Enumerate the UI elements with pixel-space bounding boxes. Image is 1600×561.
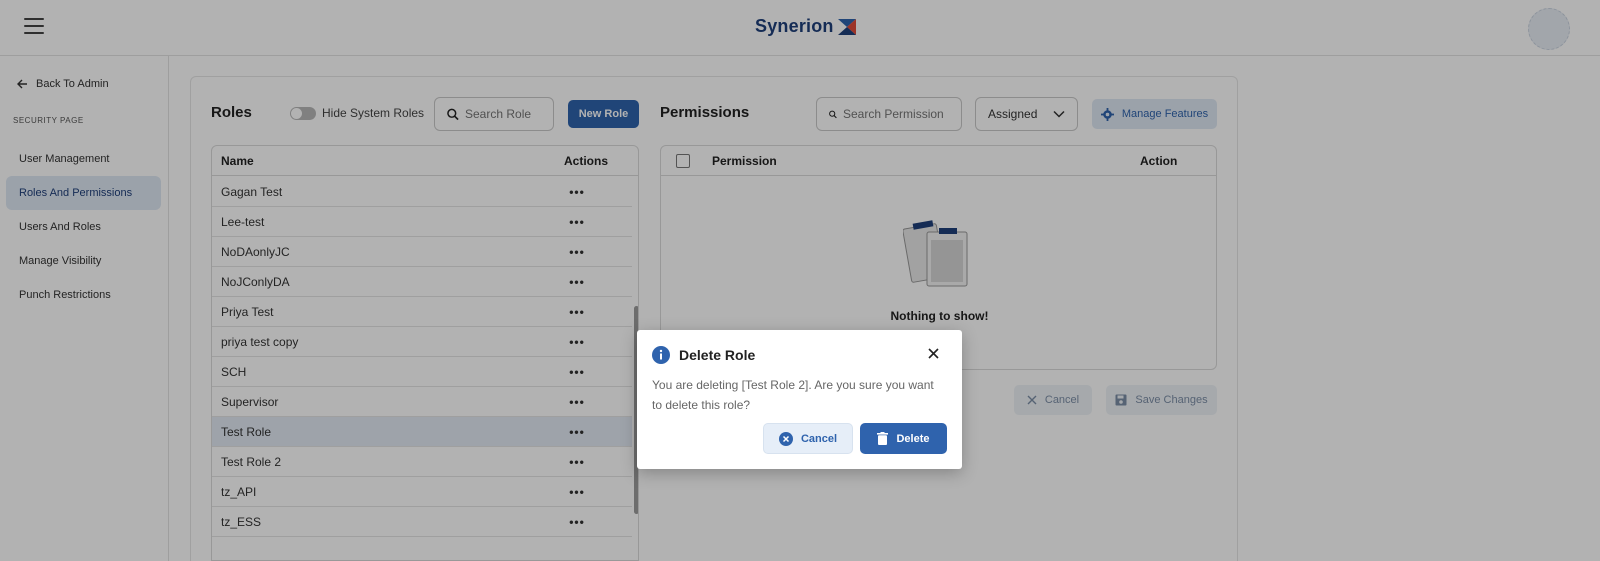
x-circle-icon [778, 431, 793, 446]
delete-role-dialog: Delete Role You are deleting [Test Role … [637, 330, 962, 469]
dialog-message: You are deleting [Test Role 2]. Are you … [652, 378, 934, 412]
dialog-delete-button[interactable]: Delete [860, 423, 947, 454]
dialog-cancel-button[interactable]: Cancel [763, 423, 853, 454]
dialog-delete-label: Delete [896, 432, 930, 445]
info-icon [652, 346, 670, 364]
close-icon[interactable] [928, 348, 939, 359]
trash-icon [877, 432, 889, 445]
dialog-title: Delete Role [679, 347, 756, 363]
modal-backdrop[interactable] [0, 0, 1600, 561]
dialog-cancel-label: Cancel [800, 432, 838, 445]
